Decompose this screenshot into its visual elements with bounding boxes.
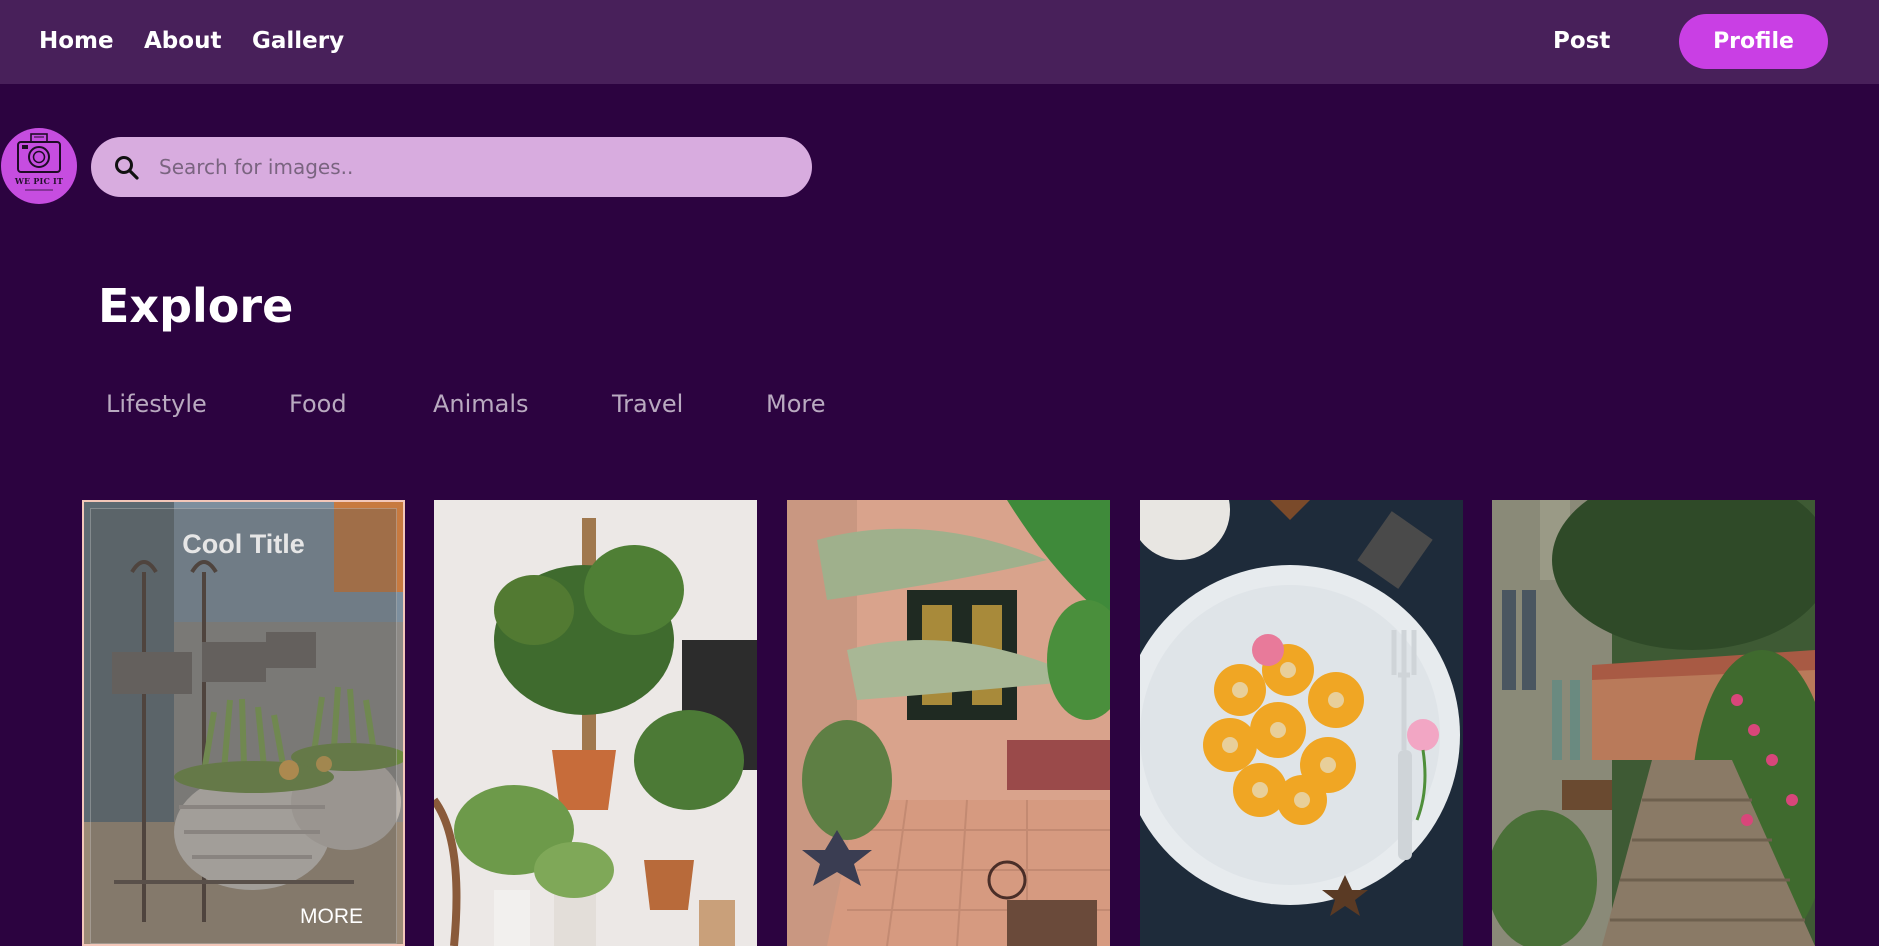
- top-navbar: Home About Gallery Post Profile: [0, 0, 1879, 84]
- gallery-image-garden-path: [1492, 500, 1815, 946]
- category-tab-lifestyle[interactable]: Lifestyle: [106, 384, 207, 424]
- gallery-card[interactable]: [434, 500, 757, 946]
- page-title: Explore: [98, 279, 294, 333]
- category-tab-food[interactable]: Food: [289, 384, 347, 424]
- nav-link-post[interactable]: Post: [1553, 26, 1610, 56]
- site-logo[interactable]: WE PIC IT: [1, 128, 77, 204]
- gallery-card[interactable]: [787, 500, 1110, 946]
- search-icon[interactable]: [113, 154, 141, 182]
- gallery-card[interactable]: [1492, 500, 1815, 946]
- nav-link-gallery[interactable]: Gallery: [252, 26, 344, 56]
- gallery-card[interactable]: Cool Title MORE: [82, 500, 405, 946]
- card-hover-overlay: Cool Title MORE: [90, 508, 397, 944]
- gallery-image-house-plants: [434, 500, 757, 946]
- gallery-image-courtyard: [787, 500, 1110, 946]
- category-tab-more[interactable]: More: [766, 384, 826, 424]
- category-tab-travel[interactable]: Travel: [612, 384, 683, 424]
- search-input[interactable]: [159, 147, 779, 187]
- search-bar: [91, 137, 812, 197]
- profile-button[interactable]: Profile: [1679, 14, 1828, 69]
- card-more-link[interactable]: MORE: [300, 905, 363, 929]
- category-tab-animals[interactable]: Animals: [433, 384, 529, 424]
- gallery-card[interactable]: [1140, 500, 1463, 946]
- logo-wordmark: WE PIC IT: [14, 176, 64, 186]
- nav-link-about[interactable]: About: [144, 26, 221, 56]
- gallery-image-peaches: [1140, 500, 1463, 946]
- nav-link-home[interactable]: Home: [39, 26, 114, 56]
- camera-icon: [17, 133, 61, 191]
- card-title: Cool Title: [182, 529, 305, 559]
